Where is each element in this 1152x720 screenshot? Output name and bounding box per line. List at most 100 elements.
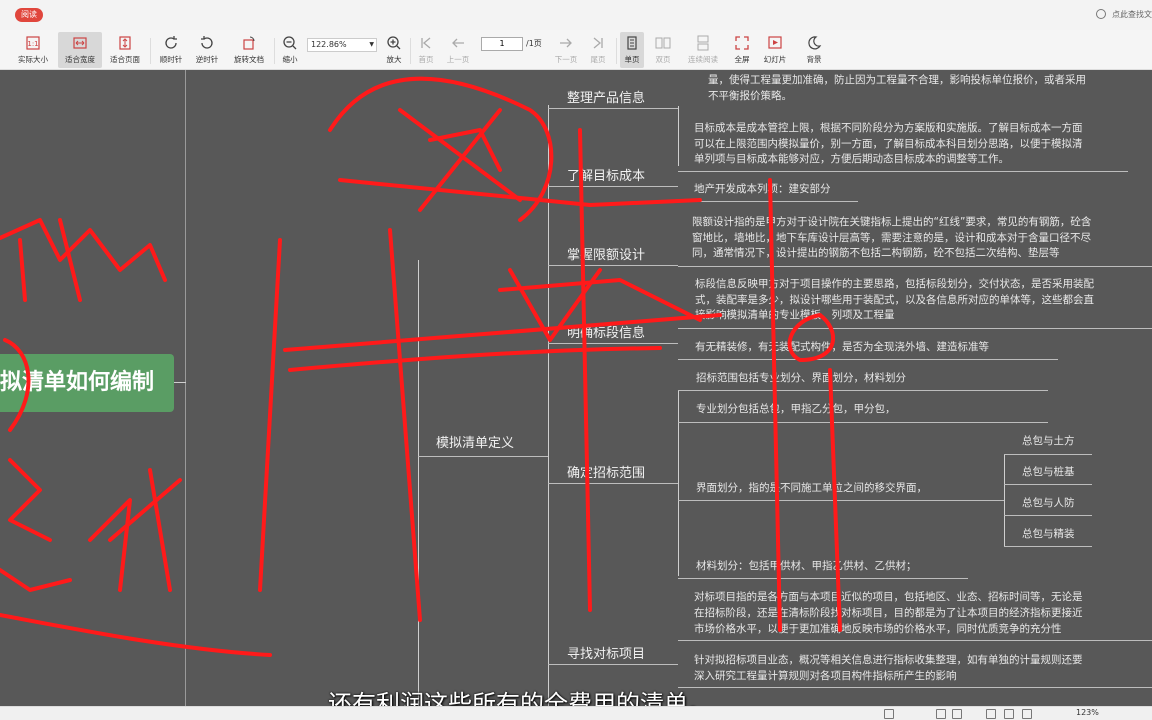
document-canvas[interactable]: 拟清单如何编制 模拟清单定义 整理产品信息 了解目标成本 掌握限额设计 明确标段…: [0, 70, 1152, 706]
ink-stroke: [0, 458, 72, 592]
topic-node[interactable]: 确定招标范围: [567, 462, 645, 481]
background-button[interactable]: 背景: [800, 32, 828, 68]
separator: [616, 38, 617, 64]
last-page-button[interactable]: 尾页: [586, 32, 610, 68]
branch-node[interactable]: 模拟清单定义: [436, 432, 514, 451]
next-page-button[interactable]: 下一页: [552, 32, 580, 68]
page-number-input[interactable]: 1: [481, 37, 523, 51]
reading-mode-badge[interactable]: 阅读: [15, 8, 43, 22]
connector-line: [418, 260, 419, 706]
underline: [1004, 484, 1092, 485]
underline: [678, 171, 1128, 172]
underline: [548, 343, 678, 344]
leaf-text: 可以在上限范围内模拟量价，别一方面，了解目标成本科目划分思路，以便于模拟清: [694, 138, 1083, 150]
rotate-document-icon: [243, 36, 255, 50]
leaf-text: 对标项目指的是各方面与本项目近似的项目，包括地区、业态、招标时间等，无论是: [694, 591, 1083, 603]
search-icon: [1096, 9, 1106, 19]
slideshow-button[interactable]: 幻灯片: [760, 32, 790, 68]
underline: [678, 422, 1048, 423]
continuous-reading-icon: [697, 35, 709, 51]
underline: [678, 390, 1048, 391]
leaf-text: 针对拟招标项目业态，概况等相关信息进行指标收集整理，如有单独的计量规则还要: [694, 654, 1083, 666]
video-subtitle: 还有利润这些所有的全费用的清单。: [328, 690, 712, 706]
fit-page-view-icon[interactable]: [1004, 709, 1014, 719]
arrow-right-icon: [560, 38, 572, 48]
search-box[interactable]: 点此查找文: [1092, 5, 1152, 25]
page-total: /1页: [526, 39, 542, 48]
ink-stroke: [498, 278, 702, 322]
first-page-button[interactable]: 首页: [414, 32, 438, 68]
leaf-text: 在招标阶段，还是在清标阶段找对标项目，目的都是为了让本项目的经济指标更接近: [694, 607, 1083, 619]
actual-size-button[interactable]: 1:1 实际大小: [12, 32, 54, 68]
leaf-text: 式，装配率是多少，拟设计哪些用于装配式，以及各信息所对应的单体等，这些都会直: [695, 294, 1094, 306]
ink-stroke: [18, 218, 82, 302]
fit-width-icon: [73, 37, 87, 49]
underline: [548, 186, 678, 187]
connector-line: [548, 105, 549, 706]
last-page-icon: [593, 37, 603, 49]
rotate-clockwise-button[interactable]: 顺时针: [154, 32, 188, 68]
topic-node[interactable]: 明确标段信息: [567, 322, 645, 341]
chevron-down-icon: ▼: [369, 41, 374, 48]
underline: [548, 483, 678, 484]
eye-icon[interactable]: [884, 709, 894, 719]
previous-page-button[interactable]: 上一页: [444, 32, 472, 68]
zoom-in-icon: [387, 36, 401, 50]
underline: [678, 640, 1152, 641]
status-zoom-level[interactable]: 123%: [1076, 708, 1099, 717]
separator: [410, 38, 411, 64]
underline: [548, 265, 678, 266]
topic-node[interactable]: 寻找对标项目: [567, 643, 645, 662]
fit-page-button[interactable]: 适合页面: [104, 32, 146, 68]
zoom-out-icon: [283, 36, 297, 50]
connector-line: [185, 70, 186, 706]
leaf-text: 目标成本是成本管控上限，根据不同阶段分为方案版和实施版。了解目标成本一方面: [694, 122, 1083, 134]
leaf-text: 深入研究工程量计算规则对各项目构件指标所产生的影响: [694, 670, 957, 682]
fit-width-button[interactable]: 适合宽度: [58, 32, 102, 68]
topic-node[interactable]: 掌握限额设计: [567, 244, 645, 263]
continuous-reading-button[interactable]: 连续阅读: [684, 32, 722, 68]
moon-icon: [808, 36, 822, 50]
leaf-text: 单列项与目标成本能够对应，方便后期动态目标成本的调整等工作。: [694, 153, 1009, 165]
single-page-button[interactable]: 单页: [620, 32, 644, 68]
ink-stroke: [338, 178, 702, 622]
single-page-view-icon[interactable]: [936, 709, 946, 719]
fullscreen-view-icon[interactable]: [1022, 709, 1032, 719]
rotate-counterclockwise-button[interactable]: 逆时针: [190, 32, 224, 68]
fit-width-view-icon[interactable]: [986, 709, 996, 719]
zoom-in-button[interactable]: 放大: [382, 32, 406, 68]
root-node[interactable]: 拟清单如何编制: [0, 354, 174, 412]
leaf-text: 有无精装修，有无装配式构件，是否为全现浇外墙、建造标准等: [695, 341, 989, 353]
underline: [1004, 515, 1092, 516]
fullscreen-button[interactable]: 全屏: [730, 32, 754, 68]
underline: [548, 108, 678, 109]
leaf-text: 市场价格水平，以便于更加准确地反映市场的价格水平，同时优质竞争的充分性: [694, 623, 1062, 635]
underline: [678, 687, 1152, 688]
double-page-button[interactable]: 双页: [648, 32, 678, 68]
underline: [1004, 546, 1092, 547]
rotate-cw-icon: [165, 36, 177, 49]
search-input[interactable]: 点此查找文: [1112, 5, 1152, 25]
zoom-out-button[interactable]: 缩小: [278, 32, 302, 68]
underline: [678, 328, 1152, 329]
ink-stroke: [0, 613, 272, 657]
topic-node[interactable]: 整理产品信息: [567, 87, 645, 106]
zoom-level-select[interactable]: 122.86% ▼: [307, 38, 377, 52]
interface-item: 总包与人防: [1022, 497, 1075, 509]
title-bar: 阅读 点此查找文: [0, 0, 1152, 30]
double-page-view-icon[interactable]: [952, 709, 962, 719]
leaf-text: 标段信息反映甲方对于项目操作的主要思路，包括标段划分，交付状态，是否采用装配: [695, 278, 1094, 290]
connector-line: [174, 382, 186, 383]
double-page-icon: [655, 37, 671, 49]
ink-stroke: [258, 238, 722, 592]
connector-line: [1004, 454, 1005, 546]
ink-stroke: [0, 218, 167, 282]
ink-stroke: [398, 108, 522, 212]
rotate-document-button[interactable]: 旋转文档: [228, 32, 270, 68]
rotate-ccw-icon: [201, 36, 213, 49]
underline: [418, 456, 548, 457]
arrow-left-icon: [452, 38, 464, 48]
underline: [678, 500, 1004, 501]
actual-size-icon: 1:1: [26, 36, 40, 50]
topic-node[interactable]: 了解目标成本: [567, 165, 645, 184]
